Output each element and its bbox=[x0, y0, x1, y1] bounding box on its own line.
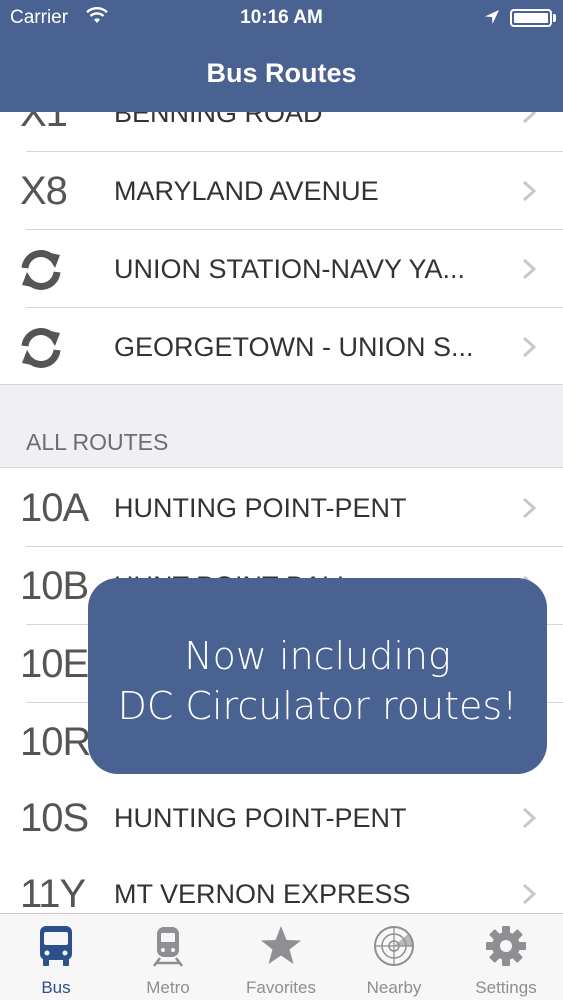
route-name: GEORGETOWN - UNION S... bbox=[114, 332, 474, 362]
tab-label: Nearby bbox=[366, 978, 422, 997]
location-arrow-icon bbox=[485, 10, 499, 24]
radar-icon bbox=[374, 926, 414, 966]
list-item[interactable]: X8 MARYLAND AVENUE bbox=[0, 152, 563, 230]
tab-label: Favorites bbox=[246, 978, 316, 997]
gear-icon bbox=[486, 926, 526, 966]
list-item[interactable]: X1 BENNING ROAD bbox=[0, 112, 563, 152]
route-number: 10E bbox=[20, 642, 89, 686]
route-number: X1 bbox=[20, 112, 68, 135]
tab-metro[interactable]: Metro bbox=[112, 914, 224, 1000]
bus-icon bbox=[40, 926, 72, 966]
star-icon bbox=[261, 926, 301, 964]
announcement-toast[interactable]: Now including DC Circulator routes! bbox=[88, 578, 547, 774]
route-name: HUNTING POINT-PENT bbox=[114, 803, 407, 833]
list-item[interactable]: 10A HUNTING POINT-PENT bbox=[0, 469, 563, 547]
route-number: 10B bbox=[20, 564, 89, 608]
tab-bus[interactable]: Bus bbox=[0, 914, 112, 1000]
section-title: ALL ROUTES bbox=[26, 429, 169, 455]
route-list[interactable]: X1 BENNING ROAD X8 MARYLAND AVENUE UNION… bbox=[0, 112, 563, 913]
route-number: 10S bbox=[20, 796, 89, 840]
tab-label: Metro bbox=[146, 978, 190, 997]
navigation-header: Carrier 10:16 AM Bus Routes bbox=[0, 0, 563, 112]
tab-label: Bus bbox=[41, 978, 71, 997]
chevron-right-icon bbox=[522, 258, 537, 280]
tab-label: Settings bbox=[475, 978, 537, 997]
route-name: MARYLAND AVENUE bbox=[114, 176, 379, 206]
circulator-refresh-icon bbox=[21, 250, 61, 290]
toast-line-2: DC Circulator routes! bbox=[117, 684, 518, 728]
section-header: ALL ROUTES bbox=[0, 384, 563, 468]
battery-tip bbox=[553, 14, 556, 22]
toast-line-1: Now including bbox=[184, 634, 451, 678]
chevron-right-icon bbox=[522, 112, 537, 124]
battery-icon bbox=[510, 9, 552, 27]
list-item[interactable]: 10S HUNTING POINT-PENT bbox=[0, 779, 563, 857]
page-title: Bus Routes bbox=[206, 58, 357, 88]
chevron-right-icon bbox=[522, 336, 537, 358]
tab-settings[interactable]: Settings bbox=[450, 914, 562, 1000]
status-time: 10:16 AM bbox=[240, 7, 323, 28]
route-number: 11Y bbox=[20, 872, 86, 913]
route-name: HUNTING POINT-PENT bbox=[114, 493, 407, 523]
status-bar: Carrier 10:16 AM bbox=[0, 0, 563, 38]
route-name: BENNING ROAD bbox=[114, 112, 323, 128]
route-name: UNION STATION-NAVY YA... bbox=[114, 254, 466, 284]
chevron-right-icon bbox=[522, 180, 537, 202]
route-number: 10A bbox=[20, 486, 89, 530]
chevron-right-icon bbox=[522, 883, 537, 905]
chevron-right-icon bbox=[522, 497, 537, 519]
tab-favorites[interactable]: Favorites bbox=[225, 914, 337, 1000]
route-number: X8 bbox=[20, 169, 68, 213]
route-name: MT VERNON EXPRESS bbox=[114, 879, 411, 909]
tab-bar: Bus Metro Favorites Nearby Settings bbox=[0, 913, 563, 1000]
train-icon bbox=[153, 927, 183, 967]
route-number: 10R bbox=[20, 720, 91, 764]
list-item[interactable]: 11Y MT VERNON EXPRESS bbox=[0, 855, 563, 913]
circulator-refresh-icon bbox=[21, 328, 61, 368]
list-item[interactable]: UNION STATION-NAVY YA... bbox=[0, 230, 563, 308]
tab-nearby[interactable]: Nearby bbox=[338, 914, 450, 1000]
chevron-right-icon bbox=[522, 807, 537, 829]
list-item[interactable]: GEORGETOWN - UNION S... bbox=[0, 308, 563, 386]
